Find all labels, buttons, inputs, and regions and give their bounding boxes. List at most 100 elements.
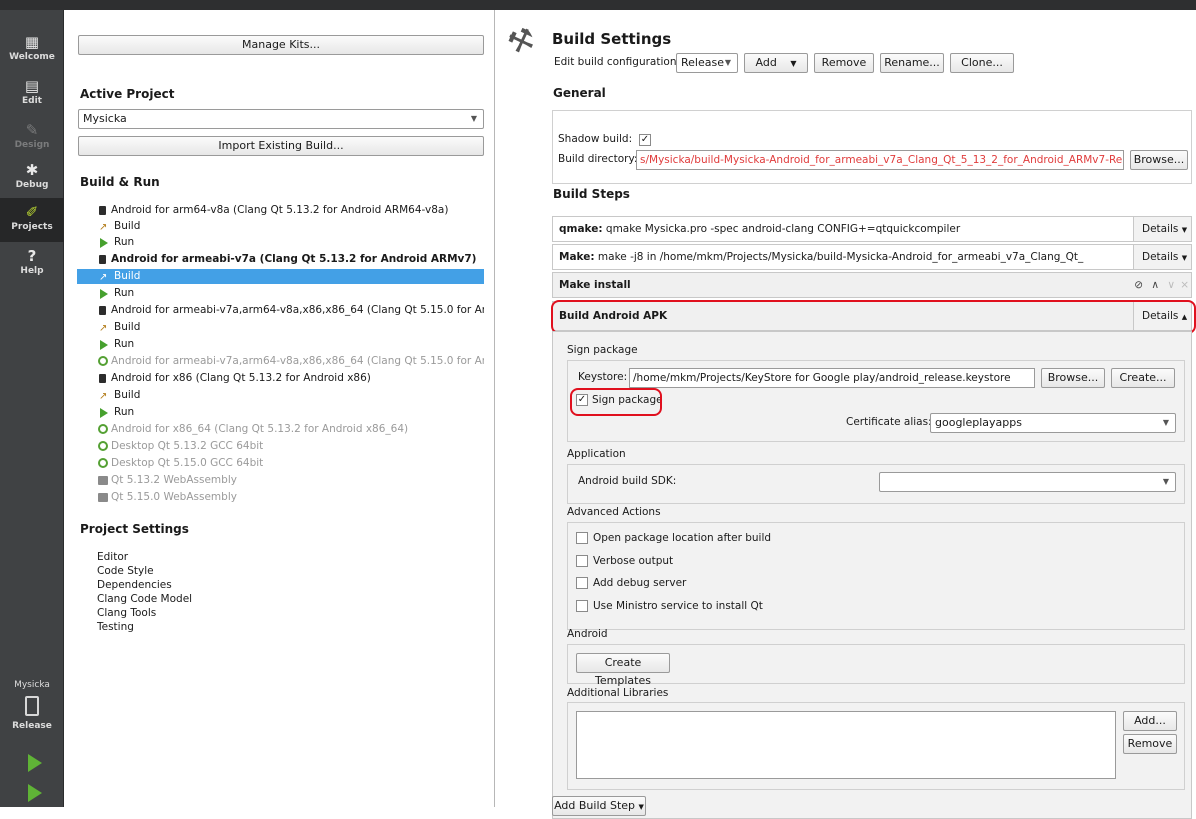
desktop-kit-icon <box>98 458 108 468</box>
debug-run-button[interactable] <box>28 784 42 802</box>
import-build-button[interactable]: Import Existing Build... <box>78 136 484 156</box>
kit-armv7-build[interactable]: ↗ Build <box>77 269 484 284</box>
settings-testing[interactable]: Testing <box>97 620 134 634</box>
desktop-kit-icon <box>98 356 108 366</box>
device-icon <box>25 696 39 716</box>
browse-build-dir-button[interactable]: Browse... <box>1130 150 1188 170</box>
mode-debug[interactable]: ✱ Debug <box>0 156 64 200</box>
edit-config-label: Edit build configuration: <box>554 56 681 68</box>
grid-icon: ▦ <box>24 33 40 51</box>
chevron-down-icon: ▼ <box>790 59 797 68</box>
cert-alias-combo[interactable]: googleplayapps ▼ <box>930 413 1176 433</box>
kit-x86-build[interactable]: ↗ Build <box>77 388 484 403</box>
mode-help[interactable]: ? Help <box>0 242 64 286</box>
verbose-output-label: Verbose output <box>593 555 674 567</box>
settings-code-style[interactable]: Code Style <box>97 564 154 578</box>
mode-projects[interactable]: ✐ Projects <box>0 198 64 242</box>
details-button[interactable]: Details ▼ <box>1133 245 1191 269</box>
project-sidebar: Manage Kits... Active Project Mysicka ▼ … <box>65 10 495 807</box>
step-make-install[interactable]: Make install ⊘ ∧ ∨ × <box>552 272 1192 298</box>
manage-kits-button[interactable]: Manage Kits... <box>78 35 484 55</box>
create-keystore-button[interactable]: Create... <box>1111 368 1175 388</box>
remove-config-button[interactable]: Remove <box>814 53 874 73</box>
disable-icon[interactable]: ⊘ <box>1134 273 1143 297</box>
kit-multi-abi-2[interactable]: Android for armeabi-v7a,arm64-v8a,x86,x8… <box>77 354 484 369</box>
clone-config-button[interactable]: Clone... <box>950 53 1014 73</box>
settings-editor[interactable]: Editor <box>97 550 128 564</box>
hammer-icon: ↗ <box>99 323 108 334</box>
libraries-list[interactable] <box>576 711 1116 779</box>
active-project-title: Active Project <box>80 87 175 101</box>
rename-config-button[interactable]: Rename... <box>880 53 944 73</box>
config-combo[interactable]: Release ▼ <box>676 53 738 73</box>
mode-welcome[interactable]: ▦ Welcome <box>0 28 64 72</box>
top-bar <box>0 0 1196 10</box>
help-icon: ? <box>27 247 37 265</box>
step-qmake[interactable]: qmake: qmake Mysicka.pro -spec android-c… <box>552 216 1192 242</box>
build-directory-field[interactable]: s/Mysicka/build-Mysicka-Android_for_arme… <box>636 150 1124 170</box>
ministro-checkbox[interactable] <box>576 600 588 612</box>
run-button[interactable] <box>28 754 42 772</box>
move-down-icon[interactable]: ∨ <box>1167 273 1175 297</box>
add-library-button[interactable]: Add... <box>1123 711 1177 731</box>
browse-keystore-button[interactable]: Browse... <box>1041 368 1105 388</box>
add-build-step-button[interactable]: Add Build Step ▼ <box>552 796 646 816</box>
kit-desktop-5132[interactable]: Desktop Qt 5.13.2 GCC 64bit <box>77 439 484 454</box>
move-up-icon[interactable]: ∧ <box>1151 273 1159 297</box>
mode-edit[interactable]: ▤ Edit <box>0 72 64 116</box>
desktop-kit-icon <box>98 441 108 451</box>
kit-desktop-5150[interactable]: Desktop Qt 5.15.0 GCC 64bit <box>77 456 484 471</box>
settings-clang-code-model[interactable]: Clang Code Model <box>97 592 192 606</box>
verbose-output-checkbox[interactable] <box>576 555 588 567</box>
open-package-checkbox[interactable] <box>576 532 588 544</box>
create-templates-button[interactable]: Create Templates <box>576 653 670 687</box>
kit-selector[interactable]: Mysicka Release <box>0 680 64 731</box>
keystore-field[interactable]: /home/mkm/Projects/KeyStore for Google p… <box>629 368 1035 388</box>
mode-bar: ▦ Welcome ▤ Edit ✎ Design ✱ Debug ✐ Proj… <box>0 10 64 807</box>
debug-server-label: Add debug server <box>593 577 687 589</box>
device-icon <box>99 374 106 383</box>
hammer-icon: ↗ <box>99 272 108 283</box>
kit-wasm-5132[interactable]: Qt 5.13.2 WebAssembly <box>77 473 484 488</box>
build-dir-label: Build directory: <box>558 153 638 165</box>
step-make[interactable]: Make: make -j8 in /home/mkm/Projects/Mys… <box>552 244 1192 270</box>
build-run-title: Build & Run <box>80 175 160 189</box>
shadow-build-label: Shadow build: <box>558 133 633 145</box>
kit-x86-run[interactable]: Run <box>77 405 484 420</box>
chevron-down-icon: ▼ <box>1181 226 1188 234</box>
kit-x86-64[interactable]: Android for x86_64 (Clang Qt 5.13.2 for … <box>77 422 484 437</box>
ministro-label: Use Ministro service to install Qt <box>593 600 763 612</box>
run-icon <box>100 238 108 248</box>
pencil-icon: ✎ <box>25 121 39 139</box>
webassembly-icon <box>98 493 108 502</box>
bug-icon: ✱ <box>25 161 39 179</box>
sdk-combo[interactable]: ▼ <box>879 472 1176 492</box>
settings-dependencies[interactable]: Dependencies <box>97 578 172 592</box>
close-icon[interactable]: × <box>1180 273 1189 297</box>
add-config-button[interactable]: Add ▼ <box>744 53 808 73</box>
chevron-down-icon: ▼ <box>1181 254 1188 262</box>
debug-server-checkbox[interactable] <box>576 577 588 589</box>
project-combo[interactable]: Mysicka ▼ <box>78 109 484 129</box>
application-group-title: Application <box>567 448 626 460</box>
kit-arm64-build[interactable]: ↗ Build <box>77 219 484 234</box>
settings-clang-tools[interactable]: Clang Tools <box>97 606 156 620</box>
kit-arm64-run[interactable]: Run <box>77 235 484 250</box>
kit-arm64[interactable]: Android for arm64-v8a (Clang Qt 5.13.2 f… <box>77 203 484 218</box>
sign-package-group-title: Sign package <box>567 344 638 356</box>
kit-wasm-5150[interactable]: Qt 5.15.0 WebAssembly <box>77 490 484 505</box>
shadow-build-checkbox[interactable]: ✓ <box>639 134 651 146</box>
kit-armv7[interactable]: Android for armeabi-v7a (Clang Qt 5.13.2… <box>77 252 484 267</box>
kit-armv7-run[interactable]: Run <box>77 286 484 301</box>
webassembly-icon <box>98 476 108 485</box>
hammer-icon: ↗ <box>99 391 108 402</box>
kit-multi-abi[interactable]: Android for armeabi-v7a,arm64-v8a,x86,x8… <box>77 303 484 318</box>
mode-design[interactable]: ✎ Design <box>0 116 64 160</box>
run-icon <box>100 340 108 350</box>
kit-multi-abi-run[interactable]: Run <box>77 337 484 352</box>
kit-multi-abi-build[interactable]: ↗ Build <box>77 320 484 335</box>
kit-x86[interactable]: Android for x86 (Clang Qt 5.13.2 for And… <box>77 371 484 386</box>
details-button[interactable]: Details ▼ <box>1133 217 1191 241</box>
remove-library-button[interactable]: Remove <box>1123 734 1177 754</box>
run-icon <box>100 408 108 418</box>
